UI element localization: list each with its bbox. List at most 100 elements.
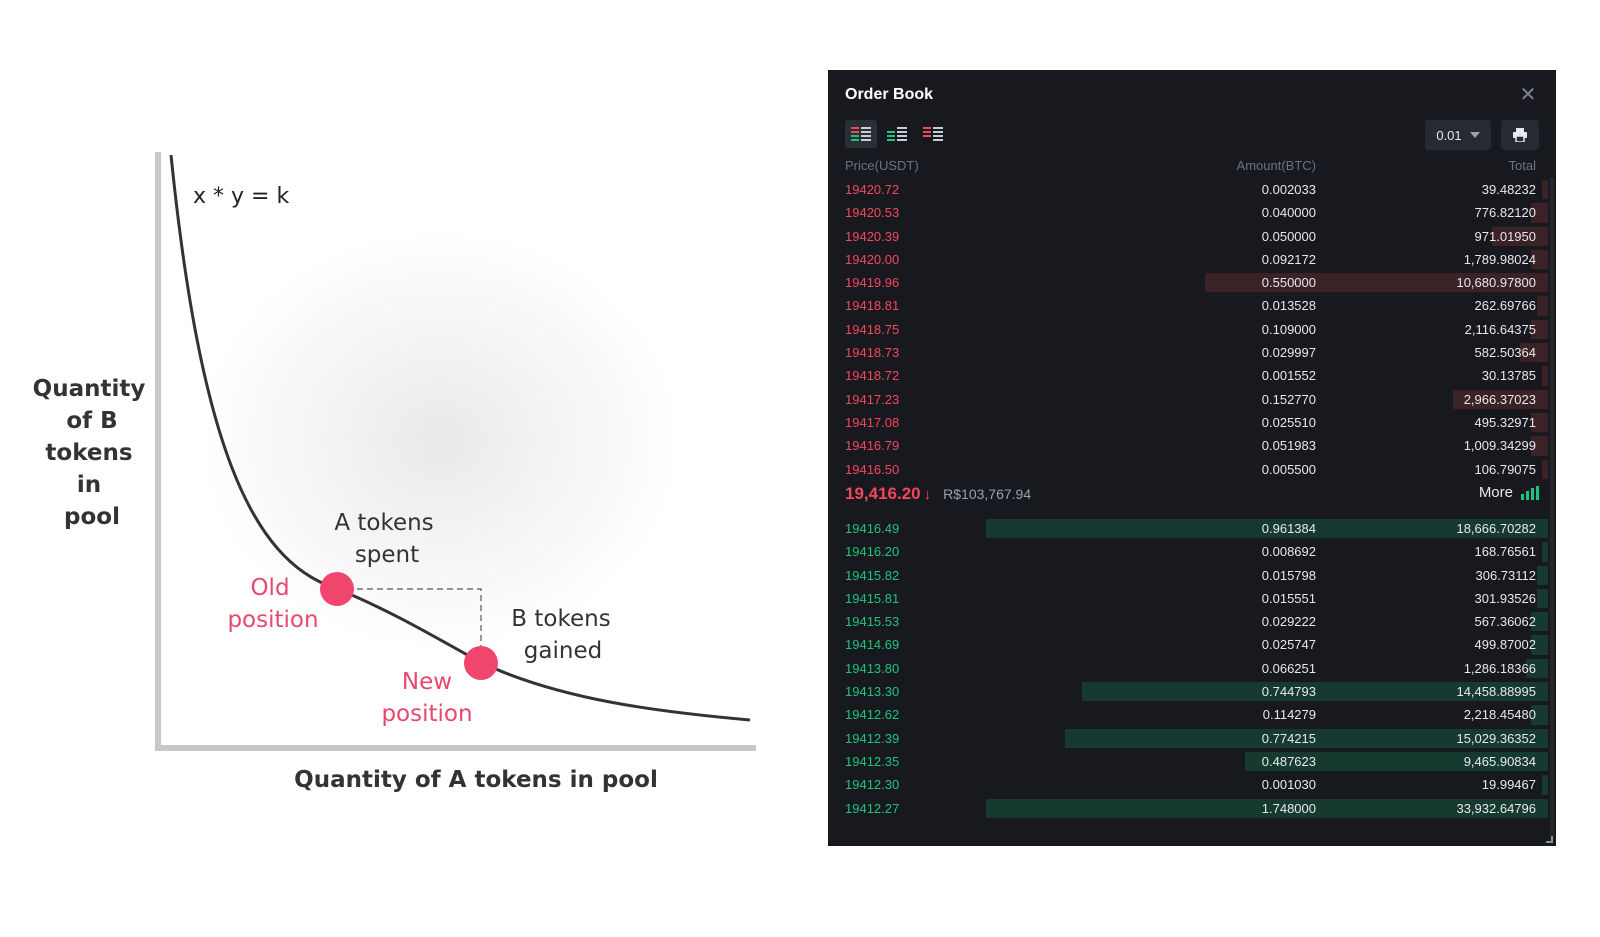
ask-row[interactable]: 19420.72 0.002033 39.48232 [828,178,1548,201]
close-icon[interactable]: ✕ [1517,83,1539,107]
ask-row[interactable]: 19419.96 0.550000 10,680.97800 [828,271,1548,294]
ask-row[interactable]: 19420.00 0.092172 1,789.98024 [828,248,1548,271]
bid-row[interactable]: 19412.30 0.001030 19.99467 [828,773,1548,796]
view-bids-button[interactable] [881,120,913,148]
bid-row[interactable]: 19413.30 0.744793 14,458.88995 [828,680,1548,703]
bid-price: 19413.30 [845,684,900,700]
new-position-label: New position [381,669,472,727]
new-position-line: New [402,669,452,695]
old-position-line: position [227,607,318,633]
mid-price-row: 19,416.20 ↓ R$103,767.94 More [845,480,1539,508]
view-asks-button[interactable] [917,120,949,148]
bid-amount: 0.774215 [1261,730,1316,746]
new-position-line: position [381,701,472,727]
ask-total: 1,789.98024 [1463,251,1536,267]
bid-amount: 0.001030 [1261,777,1316,793]
ask-price: 19420.00 [845,251,900,267]
column-amount: Amount(BTC) [1236,158,1316,173]
old-position-line: Old [250,575,289,601]
bid-depth-bar [1536,565,1548,585]
mid-price: 19,416.20 [845,484,921,503]
bid-price: 19414.69 [845,637,900,653]
print-button[interactable] [1501,120,1539,150]
bid-row[interactable]: 19415.81 0.015551 301.93526 [828,587,1548,610]
resize-handle[interactable] [1546,836,1553,843]
column-price: Price(USDT) [845,158,919,173]
bid-total: 306.73112 [1475,567,1537,583]
ask-amount: 0.013528 [1261,298,1316,314]
bid-row[interactable]: 19413.80 0.066251 1,286.18366 [828,657,1548,680]
ask-row[interactable]: 19418.72 0.001552 30.13785 [828,364,1548,387]
bid-depth-bar [1542,542,1548,562]
ask-total: 262.69766 [1474,298,1536,314]
bid-price: 19413.80 [845,660,900,676]
more-button[interactable]: More [1479,484,1539,501]
ask-row[interactable]: 19416.79 0.051983 1,009.34299 [828,434,1548,457]
equation-label: x * y = k [193,184,289,209]
scrollbar[interactable] [1550,178,1554,841]
bid-row[interactable]: 19412.27 1.748000 33,932.64796 [828,797,1548,820]
more-label: More [1478,484,1513,501]
bid-row[interactable]: 19412.39 0.774215 15,029.36352 [828,727,1548,750]
bid-price: 19415.82 [845,567,900,583]
ask-row[interactable]: 19417.08 0.025510 495.32971 [828,411,1548,434]
ask-depth-bar [1542,459,1548,479]
bid-depth-bar [1536,588,1548,609]
ask-amount: 0.001552 [1261,368,1316,384]
ask-amount: 0.092172 [1261,251,1316,267]
ask-price: 19418.75 [845,321,900,337]
bid-row[interactable]: 19415.53 0.029222 567.36062 [828,610,1548,633]
bid-total: 19.99467 [1481,777,1536,793]
ask-row[interactable]: 19420.53 0.040000 776.82120 [828,201,1548,224]
ask-row[interactable]: 19418.73 0.029997 582.50364 [828,341,1548,364]
y-axis-label: Quantity of B tokens in pool [33,376,146,530]
ask-amount: 0.109000 [1261,321,1316,337]
printer-icon [1513,128,1527,142]
view-both-icon [851,127,871,141]
bid-amount: 0.487623 [1261,753,1316,769]
bid-row[interactable]: 19416.20 0.008692 168.76561 [828,540,1548,563]
bid-price: 19416.49 [845,521,900,536]
ask-total: 2,116.64375 [1464,321,1536,337]
ask-depth-bar [1542,180,1548,200]
bid-total: 33,932.64796 [1456,800,1536,816]
arrow-down-icon: ↓ [923,485,932,503]
y-axis-label-line: tokens [45,440,132,466]
ask-price: 19418.72 [845,368,900,384]
bid-row[interactable]: 19412.35 0.487623 9,465.90834 [828,750,1548,773]
b-tokens-gained-line: gained [524,638,602,664]
ask-price: 19417.23 [845,391,900,407]
bid-amount: 0.961384 [1261,521,1316,536]
ask-row[interactable]: 19418.75 0.109000 2,116.64375 [828,318,1548,341]
ask-row[interactable]: 19418.81 0.013528 262.69766 [828,294,1548,317]
ask-total: 495.32971 [1474,414,1536,430]
ask-depth-bar [1536,296,1548,316]
mid-price-fiat: R$103,767.94 [943,486,1032,502]
ask-total: 582.50364 [1474,345,1536,361]
bid-row[interactable]: 19415.82 0.015798 306.73112 [828,564,1548,587]
chevron-down-icon [1469,132,1480,138]
bid-amount: 1.748000 [1261,800,1316,816]
x-axis-label: Quantity of A tokens in pool [294,767,658,793]
ask-row[interactable]: 19420.39 0.050000 971.01950 [828,225,1548,248]
order-book-panel: Order Book ✕ 0.01 Price(USDT) Amount(BTC… [828,70,1556,846]
bid-row[interactable]: 19414.69 0.025747 499.87002 [828,633,1548,656]
order-book-header: Order Book ✕ [845,83,1539,107]
bid-amount: 0.066251 [1261,660,1316,676]
bid-total: 567.36062 [1474,614,1536,630]
ask-price: 19419.96 [845,275,900,291]
precision-select[interactable]: 0.01 [1425,120,1491,150]
ask-row[interactable]: 19416.50 0.005500 106.79075 [828,458,1548,481]
ask-row[interactable]: 19417.23 0.152770 2,966.37023 [828,388,1548,411]
bid-amount: 0.025747 [1261,637,1316,653]
amm-diagram: x * y = k Quantity of B tokens in pool Q… [0,0,790,937]
view-bids-icon [887,127,907,141]
bid-price: 19415.53 [845,614,900,630]
bid-row[interactable]: 19412.62 0.114279 2,218.45480 [828,703,1548,726]
bid-total: 499.87002 [1474,637,1536,653]
bid-row[interactable]: 19416.49 0.961384 18,666.70282 [828,517,1548,540]
view-asks-icon [923,127,943,141]
view-both-button[interactable] [845,120,877,148]
ask-price: 19420.39 [845,228,900,244]
bid-amount: 0.015551 [1261,590,1316,606]
